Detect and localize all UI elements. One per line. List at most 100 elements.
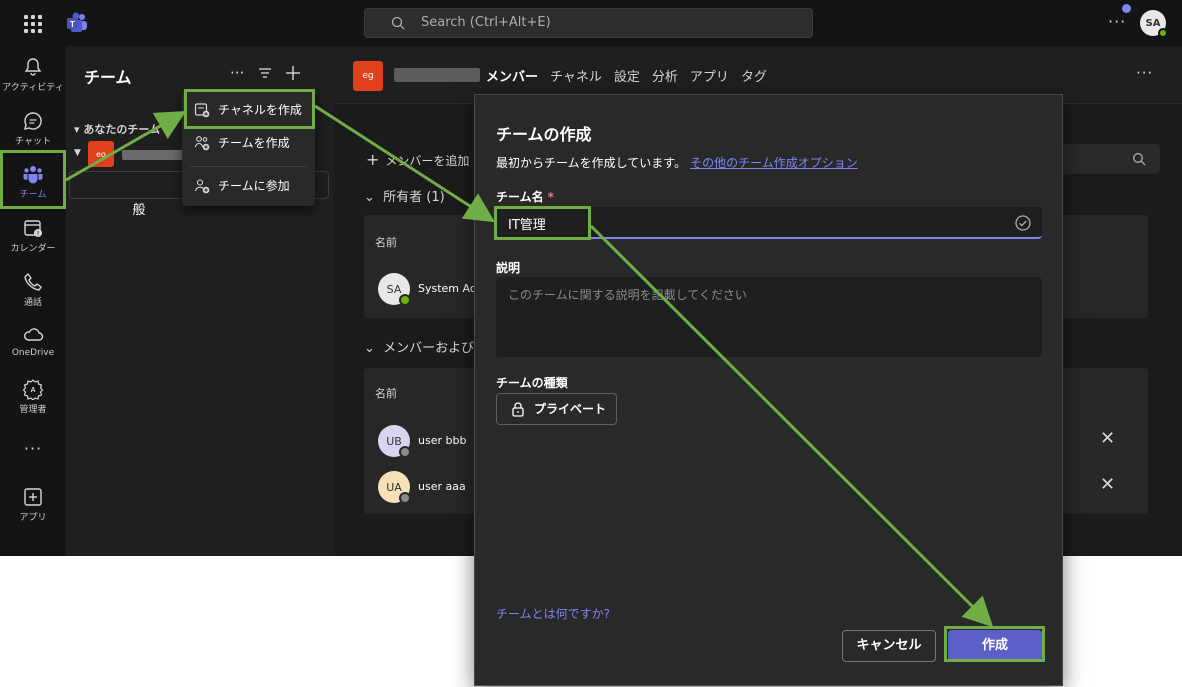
rail-item-onedrive[interactable]: OneDrive [0,318,66,370]
redacted-team-name [394,68,480,82]
search-bar[interactable]: Search (Ctrl+Alt+E) [364,8,813,38]
calendar-icon: ! [24,220,42,238]
remove-member-icon[interactable]: ✕ [1100,428,1115,449]
join-team-icon [194,179,210,194]
member-name: user bbb [418,434,467,447]
create-team-dialog: チームの作成 最初からチームを作成しています。 その他のチーム作成オプション チー… [474,94,1063,686]
checkmark-circle-icon [1015,215,1031,231]
team-tile: eg [353,61,383,91]
team-tile: eg [88,141,114,167]
pane-title: チーム [84,68,132,87]
app-launcher-icon[interactable] [24,15,42,33]
bell-icon [24,58,42,76]
tab-members[interactable]: メンバー [486,66,538,85]
notification-dot [1122,4,1131,13]
more-options-icon[interactable]: ··· [230,64,244,82]
dialog-subtitle-text: 最初からチームを作成しています。 [496,156,687,170]
member-name: System Adr [418,282,482,295]
menu-item-join-team[interactable]: チームに参加 [182,171,315,201]
profile-initials: SA [1145,17,1161,29]
redacted-team-name [122,150,186,160]
rail-item-calendar[interactable]: ! カレンダー [0,211,66,263]
dialog-subtitle: 最初からチームを作成しています。 その他のチーム作成オプション [496,154,858,171]
rail-label: カレンダー [10,244,56,254]
what-is-team-link[interactable]: チームとは何ですか? [496,605,610,622]
more-options-icon[interactable]: ··· [1136,64,1153,82]
tab-tags[interactable]: タグ [741,66,767,85]
other-options-link[interactable]: その他のチーム作成オプション [690,156,858,170]
highlight-teams-rail [0,150,66,209]
search-placeholder: Search (Ctrl+Alt+E) [421,15,551,30]
team-row[interactable]: ▼ eg [74,141,194,169]
menu-divider [190,166,307,167]
presence-available-icon [399,294,411,306]
app-rail: アクティビティ チャット チーム ! カレンダー 通話 OneDrive A 管… [0,46,66,556]
dialog-title: チームの作成 [496,125,592,144]
chevron-down-icon: ▼ [74,148,81,158]
your-teams-heading[interactable]: ▾ あなたのチーム [74,121,160,137]
description-textarea[interactable]: このチームに関する説明を記載してください [496,277,1042,357]
rail-label: チャット [15,137,51,147]
tab-settings[interactable]: 設定 [614,66,640,85]
phone-icon [24,273,42,291]
highlight-create-channel [184,89,315,129]
tab-apps[interactable]: アプリ [690,66,729,85]
member-name: user aaa [418,480,466,493]
filter-icon[interactable] [258,67,272,79]
tab-channels[interactable]: チャネル [550,66,602,85]
privacy-value: プライベート [534,402,607,416]
svg-text:A: A [30,387,35,394]
team-type-label: チームの種類 [496,376,568,390]
members-section-toggle[interactable]: ⌄ メンバーおよびゲ [364,337,487,356]
highlight-create-button [944,626,1045,662]
lock-icon [512,402,524,417]
team-name-label-text: チーム名 [496,190,544,204]
rail-label: アクティビティ [2,83,64,93]
members-heading: メンバーおよびゲ [383,341,488,356]
rail-item-chat[interactable]: チャット [0,104,66,156]
rail-item-apps[interactable]: アプリ [0,480,66,532]
description-placeholder: このチームに関する説明を記載してください [508,288,747,302]
chat-icon [24,112,42,130]
team-name-label: チーム名 * [496,188,554,205]
column-header-name: 名前 [375,387,397,400]
add-icon: + [366,150,380,169]
owners-heading: 所有者 (1) [383,190,445,205]
highlight-team-name [494,206,591,240]
more-options-icon[interactable]: ··· [1108,12,1126,31]
rail-label: 通話 [23,298,42,308]
menu-item-label: チームを作成 [218,136,290,150]
column-header-name: 名前 [375,236,397,249]
rail-item-calls[interactable]: 通話 [0,265,66,317]
cloud-icon [24,328,44,341]
add-icon[interactable] [286,66,301,80]
remove-member-icon[interactable]: ✕ [1100,474,1115,495]
top-bar: T Search (Ctrl+Alt+E) ··· SA [0,0,1182,46]
presence-available-icon [1158,28,1168,38]
search-icon [1133,153,1146,166]
profile-avatar[interactable]: SA [1140,10,1168,38]
menu-item-create-team[interactable]: チームを作成 [182,128,315,158]
search-icon [391,16,405,30]
admin-icon: A [22,379,44,400]
cancel-button[interactable]: キャンセル [842,630,936,662]
tab-analytics[interactable]: 分析 [652,66,678,85]
required-mark: * [547,190,554,204]
owners-section-toggle[interactable]: ⌄ 所有者 (1) [364,186,445,205]
teams-logo-icon: T [67,12,87,32]
your-teams-label: あなたのチーム [83,123,161,136]
description-label: 説明 [496,261,521,275]
team-tabs: メンバー チャネル 設定 分析 アプリ タグ [486,66,767,85]
svg-text:T: T [70,20,75,29]
presence-offline-icon [399,446,411,458]
rail-item-admin[interactable]: A 管理者 [0,372,66,424]
rail-more-icon[interactable]: ··· [0,439,66,458]
presence-offline-icon [399,492,411,504]
pane-actions: ··· [230,64,301,82]
rail-item-activity[interactable]: アクティビティ [0,50,66,102]
add-member-button[interactable]: + メンバーを追加 [366,150,469,169]
rail-label: アプリ [19,513,47,523]
rail-label: OneDrive [11,348,55,358]
privacy-dropdown[interactable]: プライベート [496,393,617,425]
add-member-label: メンバーを追加 [385,154,470,168]
